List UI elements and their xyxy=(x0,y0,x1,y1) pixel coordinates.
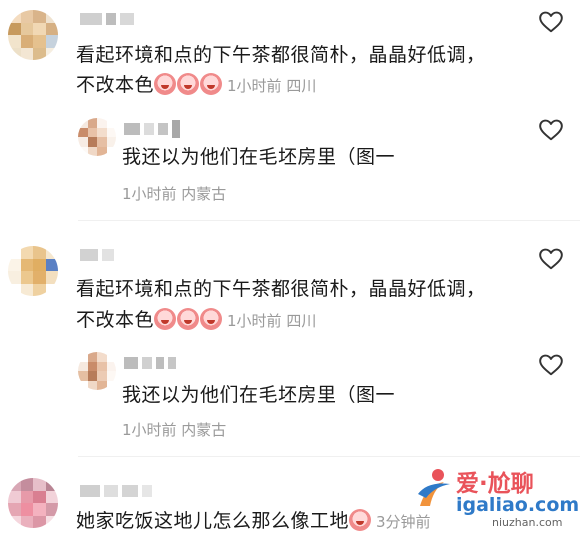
avatar[interactable] xyxy=(8,478,58,528)
reply-username-redacted[interactable] xyxy=(124,120,180,138)
reply-text: 我还以为他们在毛坯房里（图一 xyxy=(122,380,395,411)
divider xyxy=(78,456,580,457)
comment-meta: 1小时前 四川 xyxy=(227,77,317,95)
comment-text: 看起环境和点的下午茶都很简朴，晶晶好低调， xyxy=(76,40,486,71)
heart-outline-icon[interactable] xyxy=(538,352,564,378)
reply-text-content: 我还以为他们在毛坯房里（图一 xyxy=(122,384,396,406)
reply-meta: 1小时前 内蒙古 xyxy=(122,421,227,439)
reply-meta: 1小时前 内蒙古 xyxy=(122,185,227,203)
comment-meta: 3分钟前 xyxy=(376,513,431,531)
comment-text-line2: 不改本色 xyxy=(76,74,155,96)
comment-meta: 1小时前 四川 xyxy=(227,312,317,330)
avatar[interactable] xyxy=(8,10,58,60)
reply-text-content: 我还以为他们在毛坯房里（图一 xyxy=(122,146,396,168)
comment-text-second-line: 不改本色 1小时前 四川 xyxy=(76,305,316,337)
crying-face-emoji xyxy=(200,308,223,330)
comment-text-line1: 看起环境和点的下午茶都很简朴，晶晶好低调， xyxy=(76,44,486,66)
crying-face-emoji xyxy=(200,73,223,95)
watermark-logo-icon xyxy=(418,469,450,506)
avatar[interactable] xyxy=(8,246,58,296)
heart-outline-icon[interactable] xyxy=(538,246,564,272)
crying-face-emoji xyxy=(349,509,372,531)
username-redacted[interactable] xyxy=(80,484,152,498)
crying-face-emoji xyxy=(177,308,200,330)
comment-text-second-line: 不改本色 1小时前 四川 xyxy=(76,70,316,102)
reply-avatar[interactable] xyxy=(78,118,116,156)
comment-text-line2: 不改本色 xyxy=(76,309,155,331)
watermark-brand: 爱·尬聊 xyxy=(456,471,534,497)
comment-text: 看起环境和点的下午茶都很简朴，晶晶好低调， xyxy=(76,274,486,305)
heart-outline-icon[interactable] xyxy=(538,117,564,143)
reply-text: 我还以为他们在毛坯房里（图一 xyxy=(122,142,395,173)
comment-text-line1: 她家吃饭这地儿怎么那么像工地 xyxy=(76,510,350,532)
username-redacted[interactable] xyxy=(80,248,114,262)
crying-face-emoji xyxy=(177,73,200,95)
divider xyxy=(78,220,580,221)
comment-text-line1: 看起环境和点的下午茶都很简朴，晶晶好低调， xyxy=(76,278,486,300)
comment-text: 她家吃饭这地儿怎么那么像工地 3分钟前 xyxy=(76,506,431,538)
site-watermark: 爱·尬聊 igaliao.com niuzhan.com xyxy=(412,462,579,530)
crying-face-emoji xyxy=(154,308,177,330)
heart-outline-icon[interactable] xyxy=(538,9,564,35)
watermark-secondary-url: niuzhan.com xyxy=(492,516,563,529)
watermark-url: igaliao.com xyxy=(456,494,580,516)
reply-avatar[interactable] xyxy=(78,352,116,390)
reply-username-redacted[interactable] xyxy=(124,356,176,370)
username-redacted[interactable] xyxy=(80,12,134,26)
crying-face-emoji xyxy=(154,73,177,95)
